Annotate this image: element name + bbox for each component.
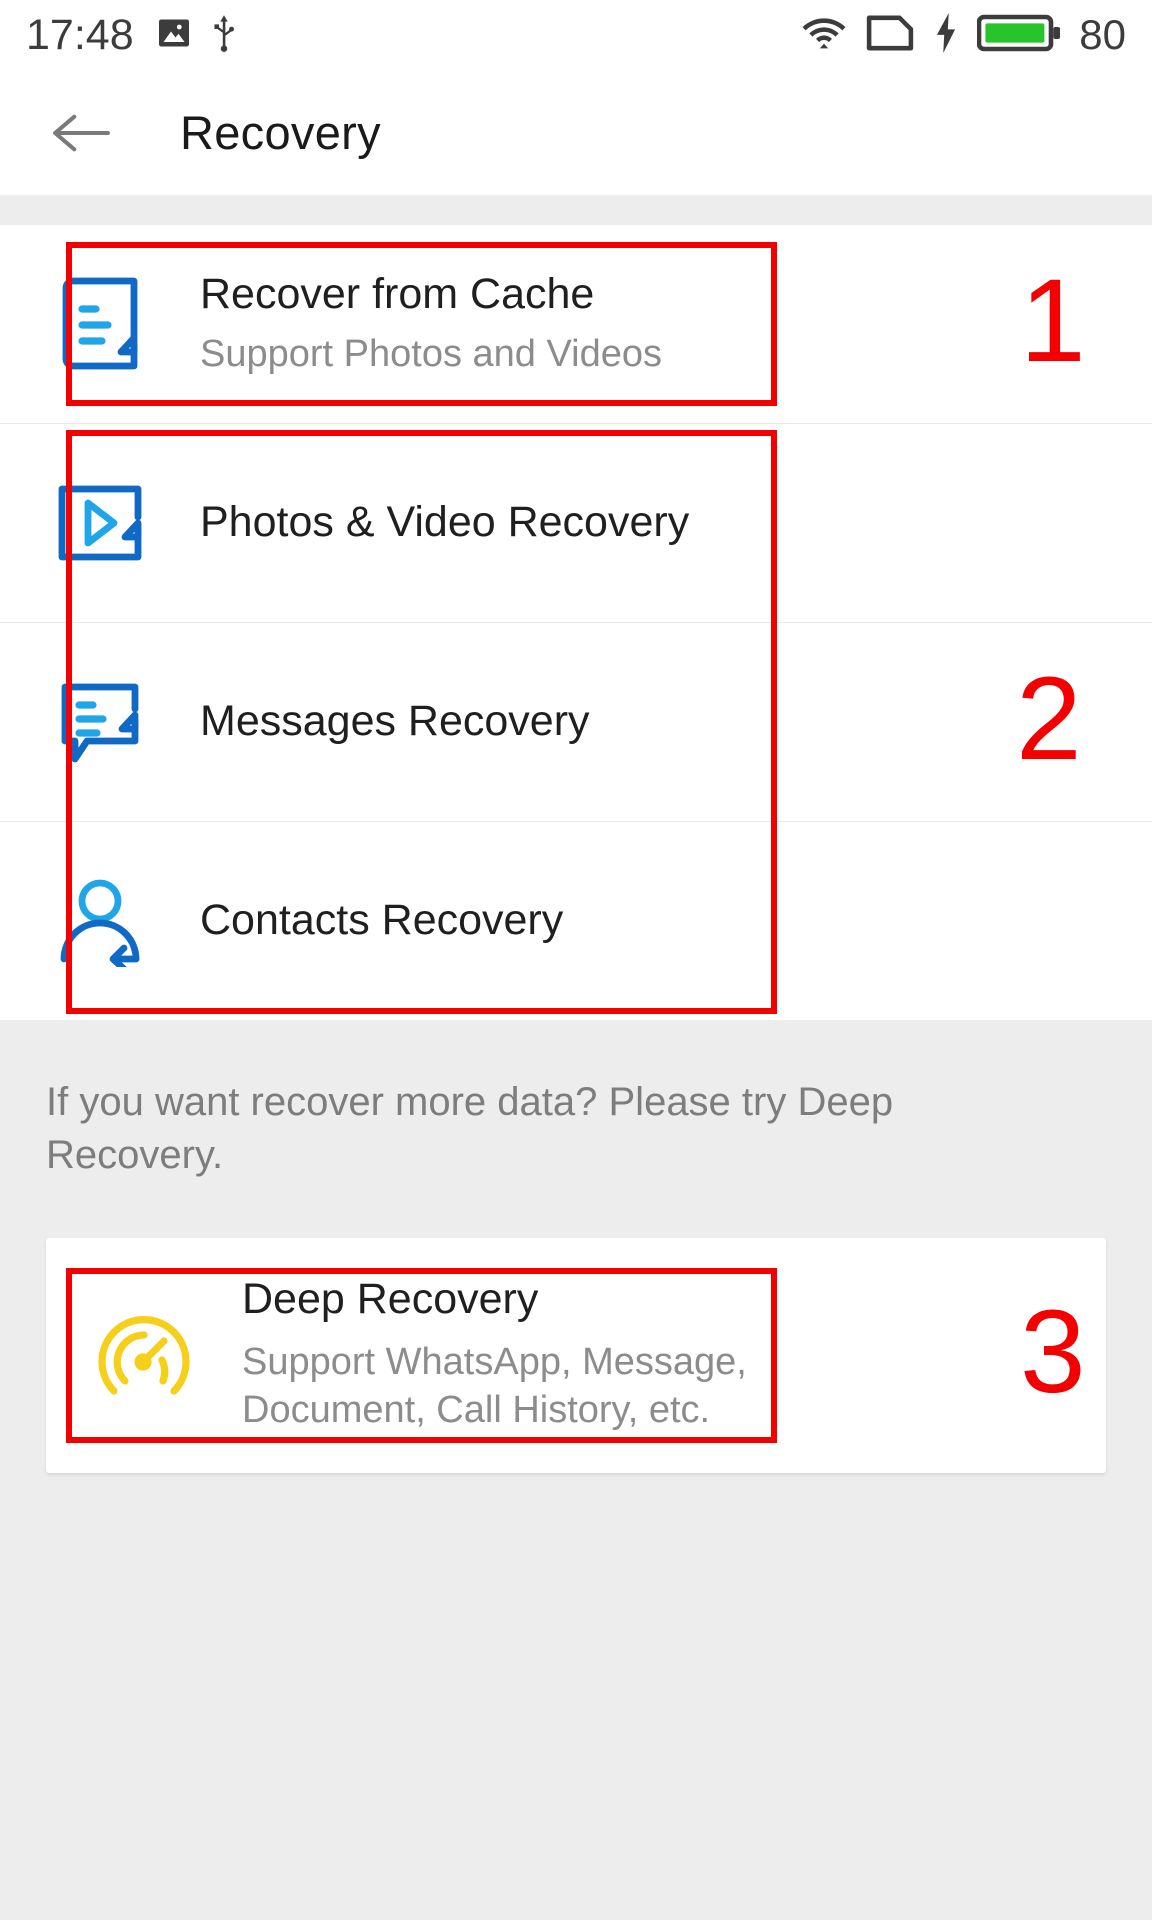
deep-recovery-card[interactable]: Deep Recovery Support WhatsApp, Message,… <box>46 1237 1106 1473</box>
speedometer-icon <box>46 1301 242 1409</box>
video-play-icon <box>0 479 200 567</box>
list-item-text: Messages Recovery <box>200 697 590 746</box>
wifi-icon <box>801 15 847 56</box>
annotation-number-1: 1 <box>1020 255 1086 387</box>
list-item-subtitle: Support Photos and Videos <box>200 332 662 375</box>
list-item-messages-recovery[interactable]: Messages Recovery <box>0 623 1152 821</box>
page-title: Recovery <box>180 106 381 159</box>
list-item-title: Photos & Video Recovery <box>200 498 690 547</box>
contact-person-icon <box>0 875 200 967</box>
hint-section: If you want recover more data? Please tr… <box>0 1020 1152 1212</box>
battery-icon <box>976 13 1061 58</box>
list-item-text: Recover from Cache Support Photos and Vi… <box>200 270 662 377</box>
cache-recovery-card: Recover from Cache Support Photos and Vi… <box>0 225 1152 423</box>
deep-recovery-title: Deep Recovery <box>242 1274 539 1323</box>
list-item-photos-video-recovery[interactable]: Photos & Video Recovery <box>0 424 1152 622</box>
status-right-icons: 80 <box>801 11 1126 58</box>
list-item-contacts-recovery[interactable]: Contacts Recovery <box>0 822 1152 1020</box>
list-item-text: Contacts Recovery <box>200 896 563 945</box>
list-item-recover-from-cache[interactable]: Recover from Cache Support Photos and Vi… <box>0 225 1152 423</box>
deep-recovery-text: Deep Recovery Support WhatsApp, Message,… <box>242 1274 882 1434</box>
deep-recovery-section: Deep Recovery Support WhatsApp, Message,… <box>0 1211 1152 1473</box>
status-time: 17:48 <box>26 10 134 59</box>
document-lines-icon <box>0 275 200 373</box>
status-bar: 17:48 80 <box>0 0 1152 70</box>
image-icon <box>156 15 192 56</box>
annotation-number-3: 3 <box>1020 1286 1086 1419</box>
list-item-title: Recover from Cache <box>200 270 595 319</box>
battery-percent: 80 <box>1079 11 1126 58</box>
message-bubble-icon <box>0 675 200 769</box>
app-bar: Recovery <box>0 70 1152 195</box>
section-divider-strip <box>0 195 1152 225</box>
usb-icon <box>208 13 240 58</box>
sim-card-icon <box>865 14 915 57</box>
hint-text: If you want recover more data? Please tr… <box>46 1080 894 1177</box>
list-item-title: Contacts Recovery <box>200 896 564 945</box>
phone-screen: 17:48 80 Recovery Recover from Cache Sup… <box>0 0 1152 1920</box>
list-item-title: Messages Recovery <box>200 697 590 746</box>
recovery-options-card: Photos & Video Recovery Messages Recover… <box>0 424 1152 1020</box>
annotation-number-2: 2 <box>1016 653 1082 785</box>
charging-bolt-icon <box>933 12 959 58</box>
status-left-icons <box>156 13 240 58</box>
deep-recovery-subtitle: Support WhatsApp, Message, Document, Cal… <box>242 1341 747 1431</box>
back-arrow-icon[interactable] <box>50 102 112 164</box>
list-item-text: Photos & Video Recovery <box>200 498 689 547</box>
